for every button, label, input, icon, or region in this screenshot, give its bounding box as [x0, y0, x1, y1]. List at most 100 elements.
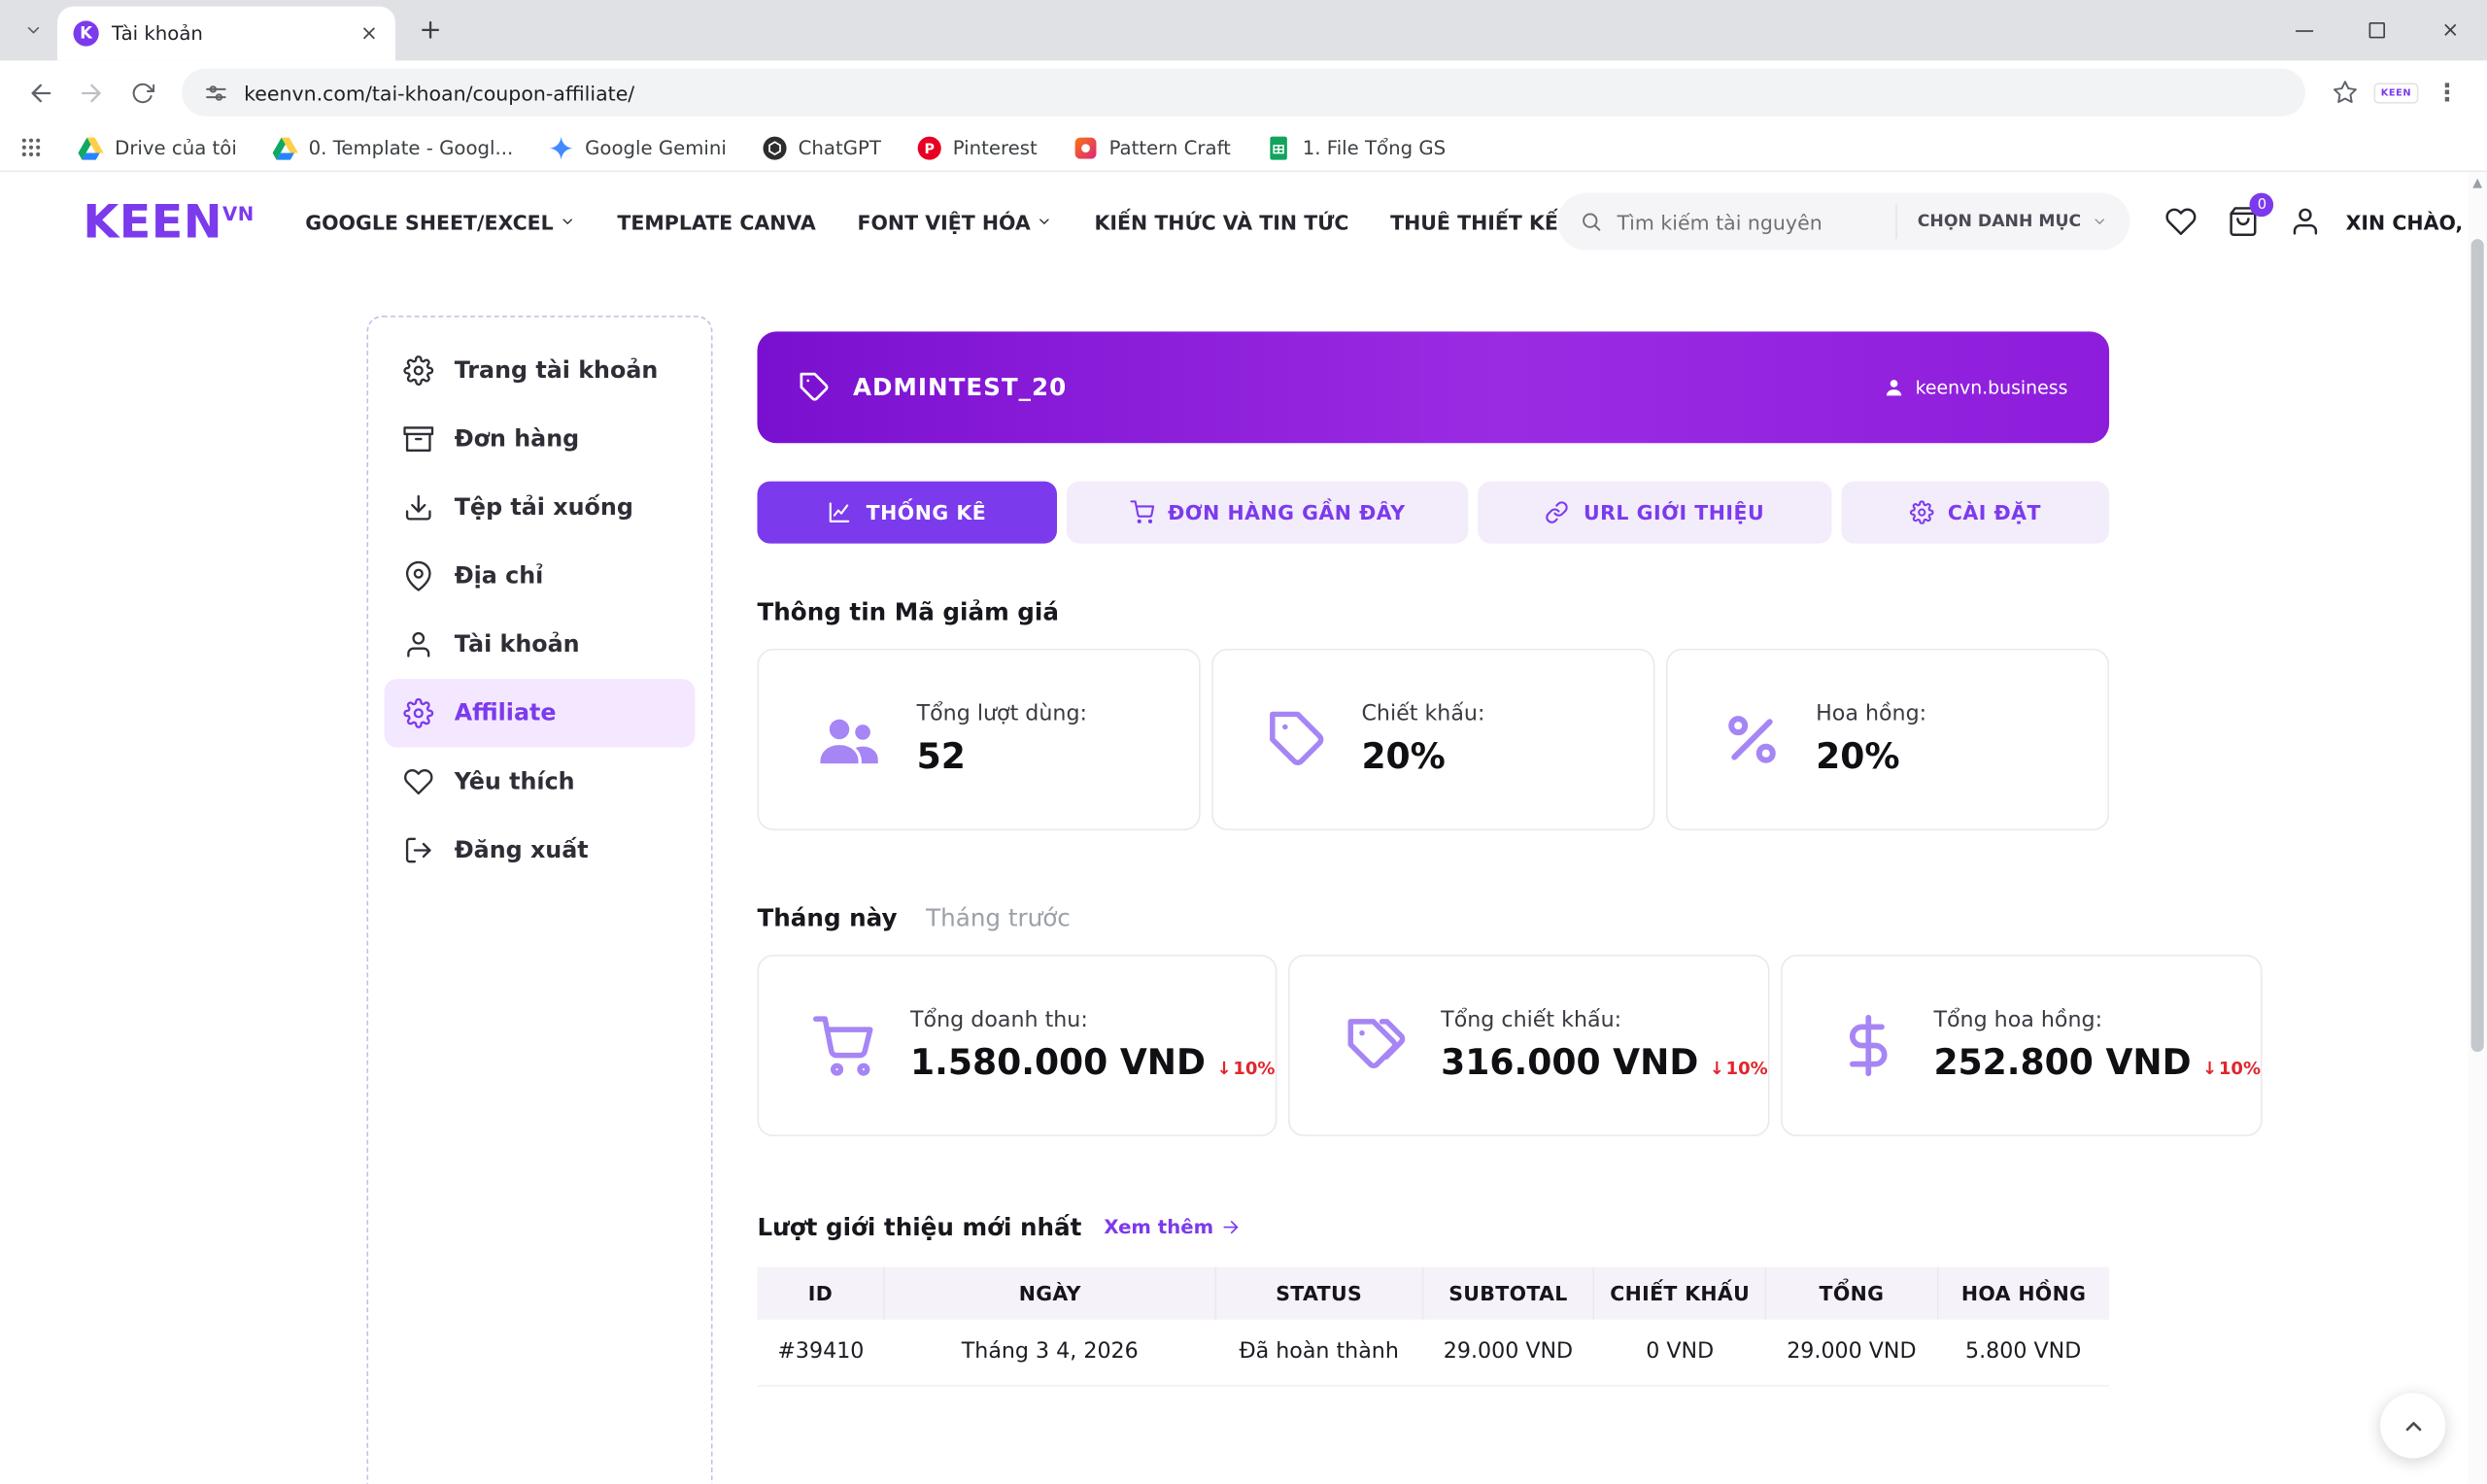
- bookmark-item[interactable]: Drive của tôi: [78, 135, 236, 160]
- coupon-code: ADMINTEST_20: [853, 373, 1067, 402]
- maximize-button[interactable]: [2340, 0, 2413, 60]
- back-icon[interactable]: [16, 69, 63, 117]
- card-label: Chiết khấu:: [1361, 701, 1484, 726]
- period-tab-thang-truoc[interactable]: Tháng trước: [926, 903, 1071, 932]
- cell-chiet-khau: 0 VND: [1594, 1320, 1766, 1385]
- period-tab-thang-nay[interactable]: Tháng này: [757, 903, 897, 932]
- nav-item-kien-thuc[interactable]: KIẾN THỨC VÀ TIN TỨC: [1094, 210, 1348, 234]
- greeting-text[interactable]: XIN CHÀO, KEENVN.BUSINESS: [2346, 210, 2487, 234]
- cart-icon[interactable]: 0: [2228, 206, 2260, 238]
- scrollbar-thumb[interactable]: [2471, 239, 2484, 1052]
- col-tong: TỔNG: [1766, 1267, 1938, 1320]
- scroll-to-top-button[interactable]: [2380, 1393, 2445, 1458]
- tags-icon: [1344, 1014, 1408, 1078]
- scrollbar-up-arrow-icon[interactable]: [2472, 179, 2482, 188]
- delta-down-badge: ↓10%: [1216, 1059, 1275, 1079]
- tab-thong-ke[interactable]: THỐNG KÊ: [757, 482, 1057, 544]
- new-tab-button[interactable]: +: [408, 8, 453, 52]
- month-stat-cards: Tổng doanh thu: 1.580.000 VND ↓10% Tổng …: [757, 955, 2109, 1136]
- nav-item-google-sheet[interactable]: GOOGLE SHEET/EXCEL: [305, 210, 575, 234]
- search-input[interactable]: [1618, 210, 1881, 234]
- bookmark-label: ChatGPT: [799, 136, 881, 158]
- affiliate-main: ADMINTEST_20 keenvn.business THỐNG KÊ ĐƠ…: [757, 271, 2109, 1386]
- col-chiet-khau: CHIẾT KHẤU: [1594, 1267, 1766, 1320]
- cell-hoa-hong: 5.800 VND: [1937, 1320, 2109, 1385]
- sidebar-item-tai-khoan[interactable]: Tài khoản: [384, 611, 695, 680]
- sidebar-item-don-hang[interactable]: Đơn hàng: [384, 405, 695, 474]
- chevron-down-icon: [560, 214, 575, 229]
- category-select[interactable]: CHỌN DANH MỤC: [1895, 204, 2108, 239]
- period-tabs: Tháng này Tháng trước: [757, 903, 2109, 932]
- bookmark-star-icon[interactable]: [2321, 69, 2368, 117]
- sidebar-item-tep-tai-xuong[interactable]: Tệp tải xuống: [384, 473, 695, 542]
- page-content: Trang tài khoản Đơn hàng Tệp tải xuống Đ…: [0, 271, 2487, 1484]
- bookmark-label: Pattern Craft: [1109, 136, 1231, 158]
- cart-icon: [813, 1014, 877, 1078]
- logout-icon: [403, 835, 433, 865]
- card-value: 252.800 VND ↓10%: [1933, 1044, 2261, 1084]
- table-header-row: ID NGÀY STATUS SUBTOTAL CHIẾT KHẤU TỔNG …: [757, 1267, 2109, 1320]
- col-status: STATUS: [1215, 1267, 1422, 1320]
- down-arrow-icon: ↓: [1710, 1059, 1724, 1079]
- gear-icon: [1909, 500, 1933, 524]
- close-window-button[interactable]: ×: [2414, 0, 2487, 60]
- tab-search-chevron-icon[interactable]: [13, 10, 54, 51]
- user-icon[interactable]: [2290, 206, 2322, 238]
- window-controls: ×: [2267, 0, 2487, 60]
- referrals-table: ID NGÀY STATUS SUBTOTAL CHIẾT KHẤU TỔNG …: [757, 1267, 2109, 1386]
- bookmark-item[interactable]: P Pinterest: [916, 135, 1038, 160]
- tab-strip: K Tài khoản × + ×: [0, 0, 2487, 60]
- arrow-right-icon: [1221, 1218, 1241, 1237]
- sidebar-item-affiliate[interactable]: Affiliate: [384, 679, 695, 748]
- sidebar-item-label: Affiliate: [455, 700, 557, 725]
- browser-menu-icon[interactable]: ⋮: [2423, 69, 2470, 117]
- gemini-icon: [548, 135, 573, 160]
- bookmark-item[interactable]: 1. File Tổng GS: [1266, 135, 1446, 160]
- nav-item-font-viet-hoa[interactable]: FONT VIỆT HÓA: [857, 210, 1052, 234]
- page-scrollbar[interactable]: [2468, 172, 2487, 1484]
- tab-close-icon[interactable]: ×: [356, 20, 383, 48]
- bookmarks-bar: Drive của tôi 0. Template - Googl... Goo…: [0, 124, 2487, 172]
- sidebar-item-label: Tệp tải xuống: [455, 495, 633, 521]
- sidebar-item-yeu-thich[interactable]: Yêu thích: [384, 748, 695, 817]
- card-label: Tổng hoa hồng:: [1933, 1007, 2261, 1032]
- card-value: 20%: [1361, 738, 1484, 778]
- referrals-title: Lượt giới thiệu mới nhất: [757, 1213, 1081, 1242]
- minimize-button[interactable]: [2267, 0, 2340, 60]
- sidebar-item-dia-chi[interactable]: Địa chỉ: [384, 542, 695, 611]
- forward-icon[interactable]: [67, 69, 115, 117]
- url-bar[interactable]: keenvn.com/tai-khoan/coupon-affiliate/: [182, 69, 2305, 117]
- tab-cai-dat[interactable]: CÀI ĐẶT: [1841, 482, 2109, 544]
- refresh-icon[interactable]: [118, 69, 165, 117]
- browser-tab[interactable]: K Tài khoản ×: [57, 7, 395, 61]
- tab-title: Tài khoản: [112, 22, 343, 45]
- wishlist-heart-icon[interactable]: [2165, 206, 2197, 238]
- chevron-down-icon: [2093, 214, 2108, 229]
- sidebar-item-dang-xuat[interactable]: Đăng xuất: [384, 816, 695, 885]
- extension-keen-icon[interactable]: KEEN: [2372, 69, 2420, 117]
- gear-icon: [403, 698, 433, 728]
- bookmark-item[interactable]: 0. Template - Googl...: [272, 135, 513, 160]
- cell-status: Đã hoàn thành: [1215, 1320, 1422, 1385]
- sidebar-item-label: Tài khoản: [455, 632, 580, 658]
- bookmark-item[interactable]: Google Gemini: [548, 135, 726, 160]
- nav-item-template-canva[interactable]: TEMPLATE CANVA: [617, 210, 815, 234]
- bookmark-item[interactable]: ChatGPT: [762, 135, 881, 160]
- table-row: #39410 Tháng 3 4, 2026 Đã hoàn thành 29.…: [757, 1320, 2109, 1385]
- card-hoa-hong: Hoa hồng: 20%: [1666, 649, 2109, 830]
- nav-item-thue-thiet-ke[interactable]: THUÊ THIẾT KẾ: [1390, 210, 1558, 234]
- bookmark-item[interactable]: Pattern Craft: [1073, 135, 1231, 160]
- keen-logo[interactable]: KEENVN: [83, 194, 254, 249]
- sidebar-item-trang-tai-khoan[interactable]: Trang tài khoản: [384, 336, 695, 405]
- site-settings-icon[interactable]: [204, 81, 228, 105]
- tab-don-hang-gan-day[interactable]: ĐƠN HÀNG GẦN ĐÂY: [1067, 482, 1469, 544]
- tab-url-gioi-thieu[interactable]: URL GIỚI THIỆU: [1478, 482, 1831, 544]
- card-label: Tổng lượt dùng:: [917, 701, 1087, 726]
- card-label: Hoa hồng:: [1816, 701, 1926, 726]
- apps-grid-icon[interactable]: [19, 135, 44, 159]
- card-value: 20%: [1816, 738, 1926, 778]
- see-more-link[interactable]: Xem thêm: [1104, 1216, 1241, 1238]
- bookmark-label: Pinterest: [953, 136, 1038, 158]
- favicon: K: [73, 20, 98, 46]
- card-label: Tổng doanh thu:: [910, 1007, 1275, 1032]
